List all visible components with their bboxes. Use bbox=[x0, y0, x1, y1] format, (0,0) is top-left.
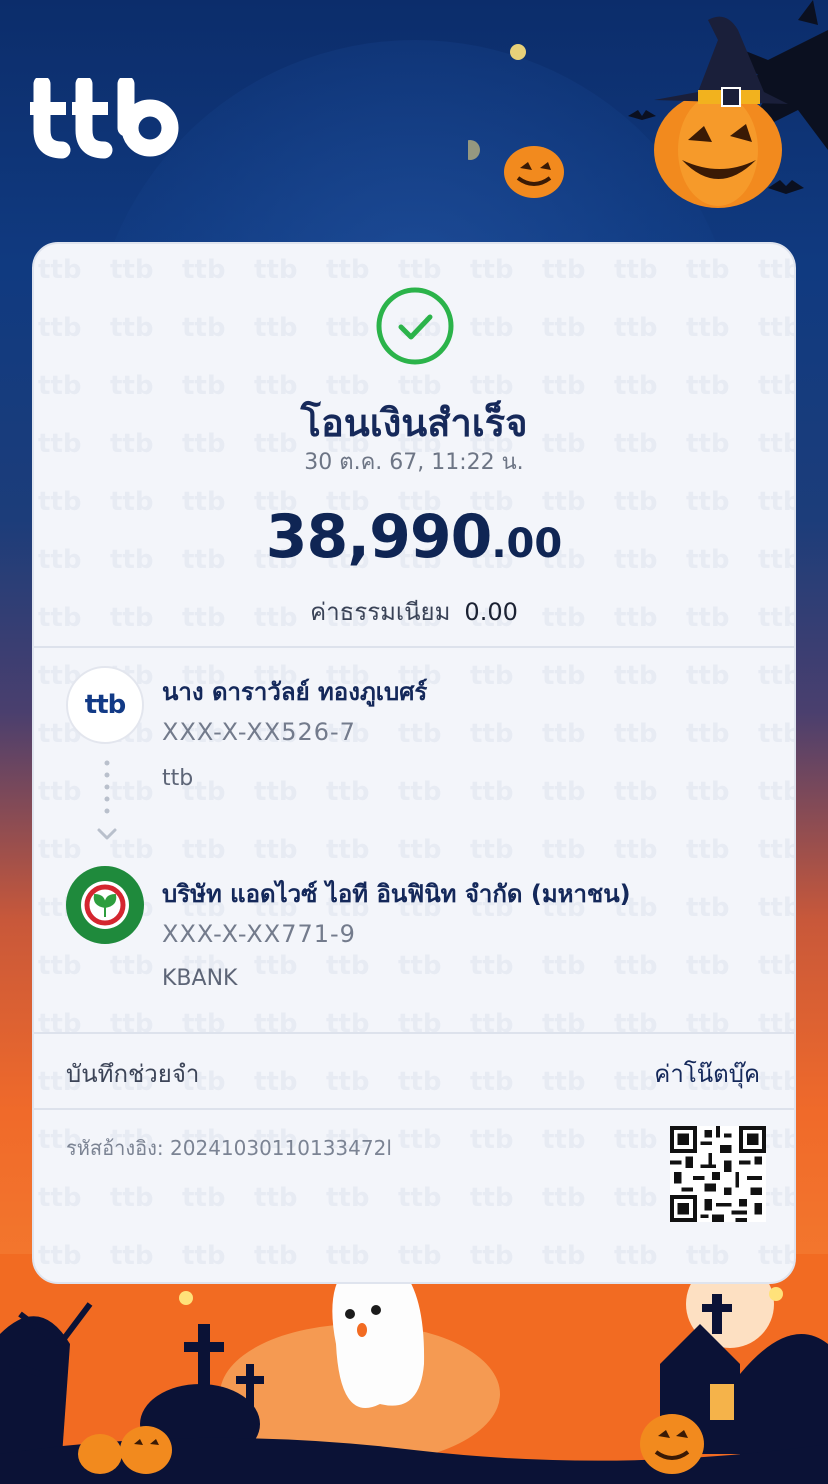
divider bbox=[34, 646, 794, 648]
memo-label: บันทึกช่วยจำ bbox=[66, 1060, 200, 1088]
amount-integer: 38,990 bbox=[265, 502, 493, 572]
success-check-icon bbox=[376, 287, 454, 365]
chevron-down-icon bbox=[97, 828, 117, 840]
sender-logo-text: ttb bbox=[84, 690, 126, 720]
transfer-amount: 38,990.00 bbox=[34, 502, 794, 572]
halloween-top-decoration bbox=[468, 0, 828, 208]
ttb-logo bbox=[30, 78, 179, 159]
kbank-leaf-icon bbox=[81, 881, 129, 929]
receiver-bank-logo bbox=[66, 866, 144, 944]
fee-label: ค่าธรรมเนียม bbox=[310, 598, 451, 626]
transaction-datetime: 30 ต.ค. 67, 11:22 น. bbox=[304, 450, 524, 475]
sender-name: นาง ดาราวัลย์ ทองภูเบศร์ bbox=[162, 678, 428, 706]
halloween-bottom-decoration bbox=[0, 1254, 828, 1484]
sender-bank: ttb bbox=[162, 766, 194, 791]
receiver-account: XXX-X-XX771-9 bbox=[162, 920, 356, 948]
divider bbox=[34, 1108, 794, 1110]
reference-code: รหัสอ้างอิง: 20241030110133472l bbox=[66, 1136, 392, 1160]
receiver-name: บริษัท แอดไวซ์ ไอที อินฟินิท จำกัด (มหาช… bbox=[162, 880, 631, 908]
receipt-card: โอนเงินสำเร็จ 30 ต.ค. 67, 11:22 น. 38,99… bbox=[32, 242, 796, 1284]
divider bbox=[34, 1032, 794, 1034]
sender-account: XXX-X-XX526-7 bbox=[162, 718, 356, 746]
sender-bank-logo: ttb bbox=[66, 666, 144, 744]
receiver-bank: KBANK bbox=[162, 966, 238, 991]
qr-code[interactable] bbox=[670, 1126, 766, 1222]
fee-value: 0.00 bbox=[464, 598, 518, 626]
fee-row: ค่าธรรมเนียม 0.00 bbox=[34, 592, 794, 631]
amount-decimal: .00 bbox=[491, 521, 563, 567]
memo-value: ค่าโน๊ตบุ๊ค bbox=[654, 1060, 760, 1088]
